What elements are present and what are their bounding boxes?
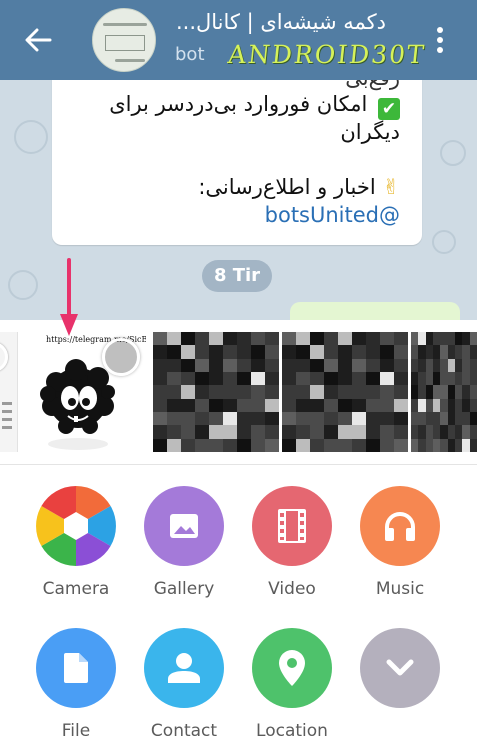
dot-icon (437, 37, 443, 43)
message-line: رفع‌بی (345, 80, 400, 90)
message-text: اخبار و اطلاع‌رسانی: (198, 175, 376, 199)
attach-label: Video (268, 579, 316, 599)
avatar[interactable] (92, 8, 156, 72)
avatar-art-box (105, 35, 145, 51)
background-doodle (8, 270, 38, 300)
photo-thumbnail[interactable] (0, 332, 18, 452)
headphones-icon (360, 486, 440, 566)
attach-music-button[interactable]: Music (345, 486, 455, 599)
attach-video-button[interactable]: Video (237, 486, 347, 599)
image-icon (144, 486, 224, 566)
background-doodle (432, 230, 456, 254)
attach-label: Location (256, 721, 328, 741)
back-arrow-icon (25, 28, 52, 52)
attach-label: Gallery (153, 579, 215, 599)
date-pill: 8 Tir (202, 260, 272, 292)
more-options-button[interactable] (430, 22, 450, 58)
back-button[interactable] (18, 20, 58, 60)
outgoing-message-bubble[interactable] (290, 302, 460, 320)
photo-thumbnail[interactable] (282, 332, 408, 452)
thumb-art (2, 418, 12, 421)
chat-header: دکمه شیشه‌ای | کانال... bot ANDROID30T (0, 0, 477, 80)
attach-collapse-button[interactable] (345, 628, 455, 721)
attach-camera-button[interactable]: Camera (21, 486, 131, 599)
background-doodle (14, 120, 48, 154)
photo-thumbnail[interactable] (411, 332, 477, 452)
chat-title[interactable]: دکمه شیشه‌ای | کانال... (176, 10, 420, 34)
avatar-art (103, 23, 147, 26)
chevron-down-icon (360, 628, 440, 708)
thumb-art (2, 402, 12, 405)
file-icon (36, 628, 116, 708)
location-pin-icon (252, 628, 332, 708)
message-line: دیگران (340, 120, 400, 144)
photo-thumbnail-sticker[interactable]: https://telegram.me/SicBot (26, 332, 146, 452)
select-circle-icon[interactable] (102, 338, 140, 376)
message-text: امکان فوروارد بی‌دردسر برای (109, 92, 368, 116)
attach-label: Contact (150, 721, 218, 741)
message-line: ✌ اخبار و اطلاع‌رسانی: (198, 175, 400, 199)
message-line: ✔ امکان فوروارد بی‌دردسر برای (109, 92, 400, 120)
photo-thumbnail[interactable] (153, 332, 279, 452)
attach-file-button[interactable]: File (21, 628, 131, 741)
person-icon (144, 628, 224, 708)
film-icon (252, 486, 332, 566)
attach-panel: https://telegram.me/SicBot Camera Galler… (0, 320, 477, 751)
attach-label: Camera (42, 579, 110, 599)
victory-emoji-icon: ✌ (382, 175, 400, 199)
attach-gallery-button[interactable]: Gallery (129, 486, 239, 599)
thumb-art (2, 426, 12, 429)
message-bubble[interactable]: رفع‌بی ✔ امکان فوروارد بی‌دردسر برای دیگ… (52, 80, 422, 245)
watermark: ANDROID30T (226, 40, 428, 69)
bot-link[interactable]: botsUnited@ (265, 203, 400, 227)
chat-subtitle: bot (175, 44, 205, 65)
recent-photos-strip[interactable]: https://telegram.me/SicBot (0, 320, 477, 464)
avatar-art-line (115, 59, 145, 62)
thumb-art (2, 410, 12, 413)
check-emoji-icon: ✔ (378, 98, 400, 120)
background-doodle (440, 140, 466, 166)
attach-label: Music (375, 579, 425, 599)
select-circle-icon[interactable] (0, 342, 8, 372)
attach-contact-button[interactable]: Contact (129, 628, 239, 741)
annotation-arrow-icon (60, 258, 78, 336)
attach-label: File (61, 721, 91, 741)
attach-location-button[interactable]: Location (237, 628, 347, 741)
camera-aperture-icon (36, 486, 116, 566)
divider (0, 464, 477, 465)
dot-icon (437, 27, 443, 33)
dot-icon (437, 47, 443, 53)
